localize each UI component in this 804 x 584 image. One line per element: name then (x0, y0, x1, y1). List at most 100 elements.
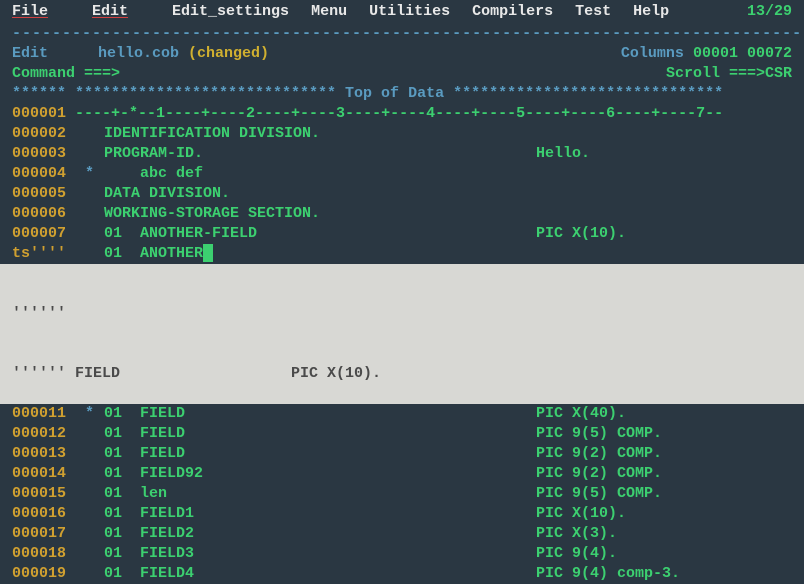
code-line[interactable]: ts'''' 01 ANOTHER (0, 244, 804, 264)
code-text[interactable]: PROGRAM-ID. (104, 144, 203, 164)
pic-clause[interactable]: PIC 9(4) comp-3. (536, 564, 792, 584)
comment-marker (76, 244, 104, 264)
menu-test[interactable]: Test (575, 2, 611, 22)
code-line[interactable]: 000018 01 FIELD3 PIC 9(4). (0, 544, 804, 564)
menu-file[interactable]: File (12, 2, 70, 22)
comment-marker: * (76, 404, 104, 424)
code-line[interactable]: 000017 01 FIELD2 PIC X(3). (0, 524, 804, 544)
comment-marker (76, 224, 104, 244)
comment-marker (76, 444, 104, 464)
line-number[interactable]: 000019 (12, 564, 76, 584)
comment-marker (76, 144, 104, 164)
pic-clause[interactable]: PIC 9(4). (536, 544, 792, 564)
file-info-line: Edit hello.cob (changed) Columns 00001 0… (0, 44, 804, 64)
pic-clause[interactable]: PIC 9(2) COMP. (536, 444, 792, 464)
code-line[interactable]: 000016 01 FIELD1 PIC X(10). (0, 504, 804, 524)
code-line[interactable]: 000002 IDENTIFICATION DIVISION. (0, 124, 804, 144)
comment-marker (76, 524, 104, 544)
comment-marker: * (76, 164, 104, 184)
line-number[interactable]: 000018 (12, 544, 76, 564)
pic-clause[interactable]: PIC 9(5) COMP. (536, 484, 792, 504)
insert-line-2[interactable]: '''''' FIELD PIC X(10). (12, 364, 792, 384)
line-number[interactable]: 000006 (12, 204, 76, 224)
code-text[interactable]: 01 FIELD3 (104, 544, 194, 564)
line-number[interactable]: 000014 (12, 464, 76, 484)
comment-marker (76, 464, 104, 484)
code-line[interactable]: 000012 01 FIELD PIC 9(5) COMP. (0, 424, 804, 444)
ruler-line: 000001 ----+-*--1----+----2----+----3---… (0, 104, 804, 124)
line-number[interactable]: ts'''' (12, 244, 76, 264)
code-line[interactable]: 000014 01 FIELD92 PIC 9(2) COMP. (0, 464, 804, 484)
line-number[interactable]: 000016 (12, 504, 76, 524)
command-prompt[interactable]: Command ===> (12, 64, 120, 84)
scroll-indicator: Scroll ===>CSR (666, 64, 792, 84)
pic-clause[interactable]: Hello. (536, 144, 792, 164)
code-text[interactable]: 01 len (104, 484, 167, 504)
comment-marker (76, 124, 104, 144)
code-area-2[interactable]: 000011 * 01 FIELDPIC X(40).000012 01 FIE… (0, 404, 804, 584)
text-cursor (203, 244, 213, 262)
menu-help[interactable]: Help (633, 2, 669, 22)
comment-marker (76, 204, 104, 224)
code-text[interactable]: 01 FIELD92 (104, 464, 203, 484)
code-text[interactable]: DATA DIVISION. (104, 184, 230, 204)
code-text[interactable]: abc def (104, 164, 203, 184)
line-number[interactable]: 000002 (12, 124, 76, 144)
line-number[interactable]: 000015 (12, 484, 76, 504)
code-text[interactable]: 01 FIELD (104, 404, 185, 424)
menu-edit-settings[interactable]: Edit_settings (172, 2, 289, 22)
highlight-block[interactable]: '''''' '''''' FIELD PIC X(10). (0, 264, 804, 404)
pic-clause[interactable]: PIC X(10). (536, 224, 792, 244)
menu-edit[interactable]: Edit (92, 2, 150, 22)
code-text[interactable]: 01 FIELD (104, 444, 185, 464)
line-number[interactable]: 000017 (12, 524, 76, 544)
line-number[interactable]: 000004 (12, 164, 76, 184)
separator: ----------------------------------------… (0, 24, 804, 44)
code-line[interactable]: 000007 01 ANOTHER-FIELD PIC X(10). (0, 224, 804, 244)
code-line[interactable]: 000005 DATA DIVISION. (0, 184, 804, 204)
comment-marker (76, 484, 104, 504)
code-text[interactable]: WORKING-STORAGE SECTION. (104, 204, 320, 224)
cursor-position: 13/29 (747, 2, 792, 22)
code-line[interactable]: 000015 01 len PIC 9(5) COMP. (0, 484, 804, 504)
code-line[interactable]: 000013 01 FIELD PIC 9(2) COMP. (0, 444, 804, 464)
edit-mode: Edit (12, 44, 48, 64)
comment-marker (76, 504, 104, 524)
pic-clause[interactable]: PIC X(40). (536, 404, 792, 424)
comment-marker (76, 544, 104, 564)
line-number[interactable]: 000013 (12, 444, 76, 464)
comment-marker (76, 424, 104, 444)
line-number[interactable]: 000005 (12, 184, 76, 204)
line-number[interactable]: 000011 (12, 404, 76, 424)
code-text[interactable]: 01 FIELD4 (104, 564, 194, 584)
changed-indicator: (changed) (188, 45, 269, 62)
code-line[interactable]: 000019 01 FIELD4 PIC 9(4) comp-3. (0, 564, 804, 584)
pic-clause[interactable]: PIC 9(5) COMP. (536, 424, 792, 444)
menu-utilities[interactable]: Utilities (369, 2, 450, 22)
menubar: File Edit Edit_settings Menu Utilities C… (0, 0, 804, 24)
menu-compilers[interactable]: Compilers (472, 2, 553, 22)
top-of-data: ****** ***************************** Top… (0, 84, 804, 104)
line-number[interactable]: 000012 (12, 424, 76, 444)
insert-line-1[interactable]: '''''' (12, 304, 792, 324)
pic-clause[interactable]: PIC 9(2) COMP. (536, 464, 792, 484)
code-line[interactable]: 000003 PROGRAM-ID. Hello. (0, 144, 804, 164)
comment-marker (76, 184, 104, 204)
line-number[interactable]: 000007 (12, 224, 76, 244)
code-text[interactable]: IDENTIFICATION DIVISION. (104, 124, 320, 144)
code-text[interactable]: 01 FIELD1 (104, 504, 194, 524)
code-text[interactable]: 01 ANOTHER (104, 244, 203, 264)
menu-menu[interactable]: Menu (311, 2, 347, 22)
pic-clause[interactable]: PIC X(3). (536, 524, 792, 544)
filename: hello.cob (changed) (98, 44, 269, 64)
code-text[interactable]: 01 FIELD (104, 424, 185, 444)
code-text[interactable]: 01 FIELD2 (104, 524, 194, 544)
command-line[interactable]: Command ===> Scroll ===>CSR (0, 64, 804, 84)
code-line[interactable]: 000011 * 01 FIELD PIC X(40). (0, 404, 804, 424)
line-number[interactable]: 000003 (12, 144, 76, 164)
pic-clause[interactable]: PIC X(10). (536, 504, 792, 524)
code-line[interactable]: 000004 * abc def (0, 164, 804, 184)
code-area[interactable]: 000002 IDENTIFICATION DIVISION.000003 PR… (0, 124, 804, 264)
code-text[interactable]: 01 ANOTHER-FIELD (104, 224, 257, 244)
code-line[interactable]: 000006 WORKING-STORAGE SECTION. (0, 204, 804, 224)
